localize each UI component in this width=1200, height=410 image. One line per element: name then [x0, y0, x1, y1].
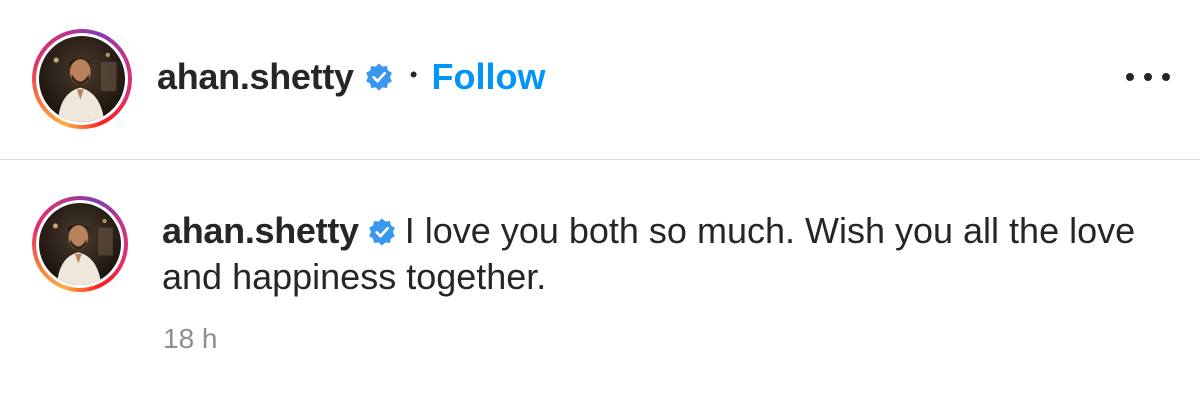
avatar-border: [36, 33, 128, 125]
more-dot: [1126, 73, 1134, 81]
comment-content: ahan.shetty I love you both so much. Wis…: [162, 208, 1162, 300]
separator-dot: •: [409, 62, 418, 87]
verified-badge-icon: [367, 217, 397, 247]
comment-username-link[interactable]: ahan.shetty: [162, 210, 359, 251]
post-header: ahan.shetty • Follow: [0, 0, 1200, 160]
more-dot: [1162, 73, 1170, 81]
verified-badge-icon: [364, 62, 394, 92]
story-ring[interactable]: [32, 29, 132, 129]
avatar[interactable]: [39, 203, 121, 285]
username-link[interactable]: ahan.shetty: [157, 55, 354, 99]
comment-timestamp[interactable]: 18 h: [163, 323, 218, 355]
more-options-icon[interactable]: [1126, 62, 1170, 92]
instagram-post: ahan.shetty • Follow ahan.shetty I love …: [0, 0, 1200, 410]
avatar[interactable]: [39, 36, 125, 122]
avatar-border: [36, 200, 124, 288]
story-ring[interactable]: [32, 196, 128, 292]
more-dot: [1144, 73, 1152, 81]
avatar-image: [39, 203, 121, 285]
avatar-image: [39, 36, 125, 122]
follow-button[interactable]: Follow: [431, 55, 545, 99]
post-author: ahan.shetty • Follow: [157, 55, 545, 99]
